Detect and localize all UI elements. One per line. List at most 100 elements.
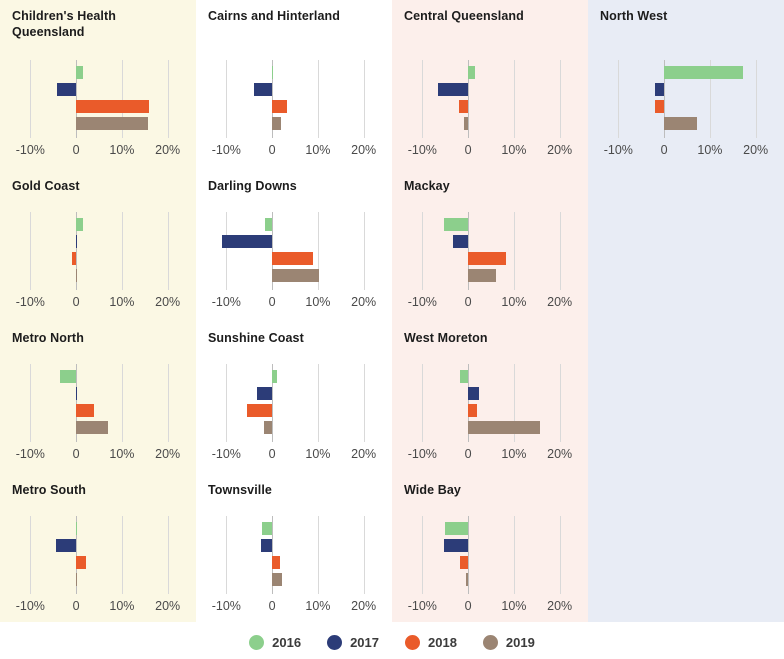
zero-gridline	[468, 516, 470, 594]
bar-2019[interactable]	[76, 573, 77, 586]
bar-2017[interactable]	[221, 235, 273, 248]
bar-2016[interactable]	[444, 218, 469, 231]
panel-gold-coast[interactable]: Gold Coast -10% 0 10% 20%	[0, 170, 196, 322]
bar-2016[interactable]	[59, 370, 77, 383]
plot-area	[404, 364, 578, 442]
panel-wide-bay[interactable]: Wide Bay -10% 0 10% 20%	[392, 474, 588, 626]
empty-panel-slot	[588, 170, 784, 322]
panel-cairns-and-hinterland[interactable]: Cairns and Hinterland -10% 0 10% 20%	[196, 0, 392, 170]
bar-2018[interactable]	[76, 404, 95, 417]
panel-darling-downs[interactable]: Darling Downs -10% 0 10% 20%	[196, 170, 392, 322]
bar-2018[interactable]	[247, 404, 273, 417]
panel-plot: -10% 0 10% 20%	[404, 60, 578, 162]
legend-label: 2019	[505, 635, 535, 650]
bar-2017[interactable]	[57, 83, 77, 96]
bar-2018[interactable]	[76, 556, 86, 569]
legend-item-2018[interactable]: 2018	[405, 635, 457, 650]
bar-2019[interactable]	[664, 117, 698, 130]
legend-item-2017[interactable]: 2017	[327, 635, 379, 650]
bar-2018[interactable]	[272, 252, 314, 265]
gridline-10	[513, 60, 515, 138]
bar-2019[interactable]	[468, 421, 541, 434]
panel-title: Metro North	[12, 331, 84, 345]
x-tick-label: -10%	[407, 599, 437, 613]
panel-children-s-health-queensland[interactable]: Children's Health Queensland -10% 0 10% 20%	[0, 0, 196, 170]
x-axis-ticks: -10% 0 10% 20%	[208, 444, 382, 466]
bar-2017[interactable]	[468, 387, 480, 400]
bar-2018[interactable]	[654, 100, 665, 113]
panel-plot: -10% 0 10% 20%	[12, 364, 186, 466]
bar-2018[interactable]	[460, 556, 469, 569]
bar-2019[interactable]	[272, 573, 283, 586]
x-tick-label: 10%	[501, 447, 527, 461]
panel-west-moreton[interactable]: West Moreton -10% 0 10% 20%	[392, 322, 588, 474]
x-tick-label: 20%	[155, 295, 181, 309]
bar-2016[interactable]	[262, 522, 273, 535]
bar-2018[interactable]	[76, 100, 150, 113]
bar-2019[interactable]	[75, 269, 77, 282]
x-tick-label: 20%	[351, 599, 377, 613]
x-tick-label: 0	[268, 599, 276, 613]
x-axis-ticks: -10% 0 10% 20%	[12, 292, 186, 314]
gridline-20	[363, 364, 365, 442]
bar-2016[interactable]	[272, 370, 278, 383]
bar-2019[interactable]	[272, 117, 281, 130]
panel-metro-north[interactable]: Metro North -10% 0 10% 20%	[0, 322, 196, 474]
bar-2016[interactable]	[664, 66, 743, 79]
bar-2017[interactable]	[452, 235, 469, 248]
bar-2017[interactable]	[256, 387, 273, 400]
panel-north-west[interactable]: North West -10% 0 10% 20%	[588, 0, 784, 170]
panel-title: Metro South	[12, 483, 87, 497]
bar-2017[interactable]	[261, 539, 273, 552]
bar-2018[interactable]	[71, 252, 77, 265]
gridline-10	[317, 516, 319, 594]
bar-2019[interactable]	[468, 269, 497, 282]
bar-2017[interactable]	[253, 83, 273, 96]
bar-2016[interactable]	[468, 66, 475, 79]
legend-item-2016[interactable]: 2016	[249, 635, 301, 650]
bar-2017[interactable]	[76, 387, 77, 400]
x-tick-label: 20%	[155, 143, 181, 157]
bar-2016[interactable]	[444, 522, 469, 535]
legend-item-2019[interactable]: 2019	[482, 635, 535, 650]
bar-2019[interactable]	[272, 269, 319, 282]
x-axis-ticks: -10% 0 10% 20%	[12, 444, 186, 466]
bar-2019[interactable]	[463, 117, 469, 130]
bar-2016[interactable]	[76, 66, 84, 79]
bar-2016[interactable]	[459, 370, 469, 383]
panel-metro-south[interactable]: Metro South -10% 0 10% 20%	[0, 474, 196, 626]
panel-sunshine-coast[interactable]: Sunshine Coast -10% 0 10% 20%	[196, 322, 392, 474]
bar-2016[interactable]	[264, 218, 273, 231]
panel-title: Central Queensland	[404, 9, 524, 23]
panel-central-queensland[interactable]: Central Queensland -10% 0 10% 20%	[392, 0, 588, 170]
bar-2018[interactable]	[459, 100, 469, 113]
bar-2016[interactable]	[271, 66, 273, 79]
x-tick-label: 10%	[305, 295, 331, 309]
bar-2019[interactable]	[76, 117, 149, 130]
bar-2018[interactable]	[468, 404, 478, 417]
bar-2019[interactable]	[76, 421, 109, 434]
bar-2018[interactable]	[468, 252, 506, 265]
gridline--10	[30, 60, 32, 138]
x-tick-label: 20%	[155, 599, 181, 613]
bar-2016[interactable]	[75, 522, 77, 535]
gridline-20	[363, 212, 365, 290]
bar-2017[interactable]	[438, 83, 469, 96]
bar-2017[interactable]	[75, 235, 77, 248]
x-tick-label: 10%	[501, 143, 527, 157]
bar-2019[interactable]	[465, 573, 469, 586]
bar-2017[interactable]	[444, 539, 469, 552]
panel-mackay[interactable]: Mackay -10% 0 10% 20%	[392, 170, 588, 322]
panel-townsville[interactable]: Townsville -10% 0 10% 20%	[196, 474, 392, 626]
bar-2018[interactable]	[272, 556, 281, 569]
x-tick-label: 0	[72, 599, 80, 613]
bar-2018[interactable]	[272, 100, 287, 113]
bar-2017[interactable]	[654, 83, 665, 96]
x-tick-label: -10%	[15, 599, 45, 613]
panel-plot: -10% 0 10% 20%	[12, 212, 186, 314]
panel-plot: -10% 0 10% 20%	[208, 516, 382, 618]
plot-area	[208, 212, 382, 290]
bar-2017[interactable]	[56, 539, 77, 552]
bar-2016[interactable]	[76, 218, 83, 231]
bar-2019[interactable]	[263, 421, 273, 434]
